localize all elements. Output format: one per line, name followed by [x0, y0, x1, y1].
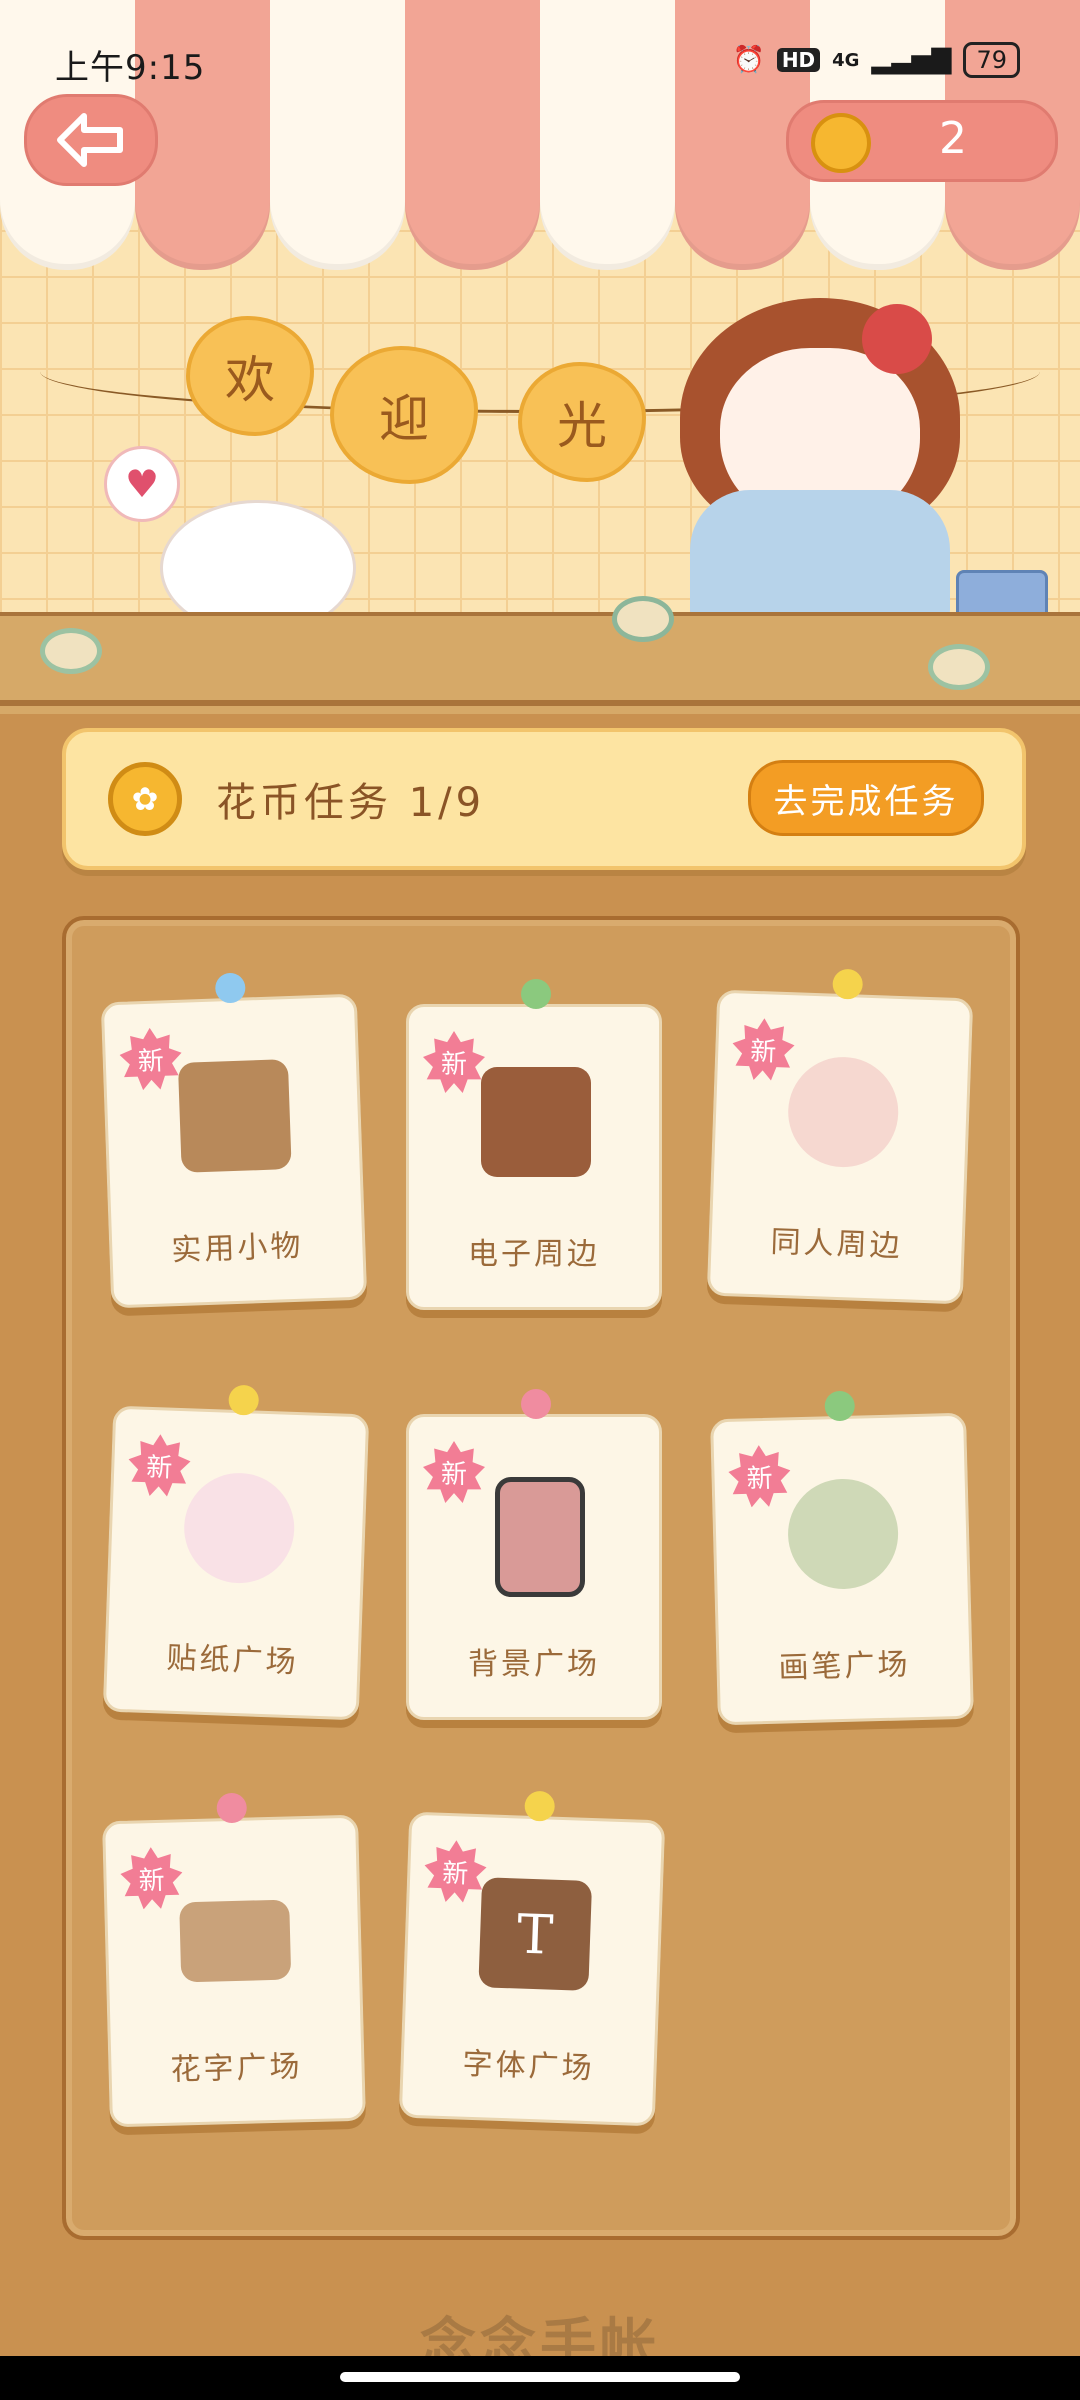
- category-label: 贴纸广场: [166, 1640, 300, 1681]
- network-label: 4G: [832, 49, 860, 71]
- girl-apron: [690, 490, 950, 620]
- category-label: 同人周边: [770, 1224, 904, 1265]
- new-badge: 新: [731, 1017, 795, 1081]
- coin-icon: ✿: [108, 762, 182, 836]
- home-indicator[interactable]: [340, 2372, 740, 2382]
- category-card[interactable]: 新 同人周边: [706, 968, 974, 1305]
- cupcake-icon: [786, 1055, 901, 1169]
- font-clipboard-icon: T: [478, 1877, 593, 1991]
- pin-icon: [216, 1792, 248, 1824]
- new-badge: 新: [120, 1846, 184, 1910]
- desk: [0, 612, 1080, 714]
- welcome-flower: 迎: [330, 346, 478, 484]
- category-label: 背景广场: [468, 1647, 600, 1682]
- coin-icon: [811, 113, 871, 173]
- welcome-flower: 光: [518, 362, 646, 482]
- coin-count: 2: [939, 113, 967, 164]
- welcome-char: 迎: [379, 390, 429, 448]
- pin-icon: [824, 1390, 856, 1422]
- category-card[interactable]: 新 T 字体广场: [398, 1790, 666, 2127]
- tape-icon: [928, 644, 990, 690]
- category-card[interactable]: 新 电子周边: [406, 979, 662, 1310]
- desk-edge: [0, 700, 1080, 706]
- category-card[interactable]: 新 画笔广场: [710, 1390, 974, 1726]
- status-icons: ⏰ HD 4G ▂▃▅▇ 79: [732, 42, 1020, 78]
- welcome-char: 光: [557, 397, 607, 455]
- alarm-icon: ⏰: [732, 45, 765, 75]
- tape-icon: [40, 628, 102, 674]
- gift-box-icon: [177, 1059, 292, 1173]
- category-label: 花字广场: [170, 2049, 303, 2088]
- back-button[interactable]: [24, 94, 158, 186]
- heart-icon: ♥: [104, 446, 180, 522]
- back-arrow-icon: [57, 113, 123, 167]
- pin-icon: [524, 1790, 556, 1822]
- task-bar: ✿ 花币任务 1/9 去完成任务: [62, 728, 1026, 870]
- bunny-sticker-icon: [182, 1471, 297, 1585]
- new-badge: 新: [119, 1027, 183, 1091]
- category-label: 电子周边: [468, 1237, 600, 1272]
- signal-icon: ▂▃▅▇: [871, 45, 952, 75]
- category-label: 画笔广场: [778, 1647, 911, 1686]
- pin-icon: [521, 1389, 551, 1419]
- new-badge: 新: [127, 1433, 191, 1497]
- category-card[interactable]: 新 花字广场: [102, 1792, 366, 2128]
- pin-icon: [521, 979, 551, 1009]
- category-card[interactable]: 新 实用小物: [100, 972, 368, 1309]
- washi-tape-icon: [786, 1477, 900, 1591]
- battery-icon: 79: [963, 42, 1020, 78]
- category-label: 字体广场: [462, 2046, 596, 2087]
- coin-balance[interactable]: 2: [786, 100, 1058, 182]
- pin-icon: [228, 1384, 260, 1416]
- phone-icon: [495, 1477, 585, 1597]
- tape-icon: [612, 596, 674, 642]
- pin-icon: [832, 968, 864, 1000]
- welcome-flower: 欢: [186, 316, 314, 436]
- hd-icon: HD: [776, 48, 821, 72]
- memo-card-icon: [179, 1899, 292, 1983]
- welcome-char: 欢: [225, 351, 275, 409]
- new-badge: 新: [423, 1031, 485, 1093]
- notebook-icon: [481, 1067, 591, 1177]
- pin-icon: [214, 972, 246, 1004]
- task-progress: 花币任务 1/9: [216, 780, 486, 826]
- new-badge: 新: [423, 1839, 487, 1903]
- hair-bow-icon: [862, 304, 932, 374]
- category-label: 实用小物: [170, 1228, 304, 1269]
- category-card[interactable]: 新 贴纸广场: [102, 1384, 370, 1721]
- battery-level: 79: [976, 46, 1007, 74]
- status-time: 上午9:15: [55, 48, 206, 88]
- new-badge: 新: [728, 1444, 792, 1508]
- complete-task-button[interactable]: 去完成任务: [748, 760, 984, 836]
- new-badge: 新: [423, 1441, 485, 1503]
- category-card[interactable]: 新 背景广场: [406, 1389, 662, 1720]
